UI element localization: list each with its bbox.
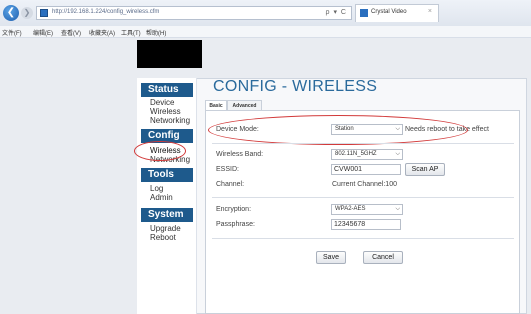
sidebar-item-upgrade[interactable]: Upgrade (150, 224, 181, 233)
sidebar-item-admin[interactable]: Admin (150, 193, 173, 202)
browser-toolbar: ❮ ❯ http://192.168.1.224/config_wireless… (0, 0, 531, 26)
wireless-band-label: Wireless Band: (216, 151, 264, 158)
channel-label: Channel: (216, 181, 245, 188)
tab-close-icon[interactable]: × (428, 8, 432, 15)
browser-tab[interactable]: Crystal Video × (355, 4, 439, 22)
divider (212, 143, 514, 144)
forward-button[interactable]: ❯ (21, 7, 33, 19)
menu-view[interactable]: 查看(V) (61, 28, 81, 37)
sidebar-header-tools: Tools (141, 168, 193, 182)
search-refresh-icons[interactable]: ρ ▾ C (326, 8, 347, 16)
menu-bar: 文件(F) 编辑(E) 查看(V) 收藏夹(A) 工具(T) 帮助(H) (0, 26, 531, 38)
wireless-band-value: 802.11N_5GHZ (335, 151, 377, 157)
chevron-down-icon: ⌵ (395, 206, 400, 212)
passphrase-label: Passphrase: (216, 221, 255, 228)
menu-help[interactable]: 帮助(H) (146, 28, 166, 37)
sidebar-item-reboot[interactable]: Reboot (150, 233, 176, 242)
sidebar-header-system: System (141, 208, 193, 222)
sidebar-item-status-wireless[interactable]: Wireless (150, 107, 181, 116)
sidebar-item-status-networking[interactable]: Networking (150, 116, 190, 125)
address-bar[interactable]: http://192.168.1.224/config_wireless.cfm… (36, 6, 352, 20)
encryption-label: Encryption: (216, 206, 252, 213)
sidebar-item-log[interactable]: Log (150, 184, 163, 193)
divider (212, 238, 514, 239)
back-button[interactable]: ❮ (3, 5, 19, 21)
chevron-down-icon: ⌵ (395, 151, 400, 157)
menu-tools[interactable]: 工具(T) (121, 28, 141, 37)
wireless-band-select[interactable]: 802.11N_5GHZ ⌵ (331, 149, 403, 160)
page-icon (40, 9, 48, 17)
menu-edit[interactable]: 编辑(E) (33, 28, 53, 37)
passphrase-input[interactable]: 12345678 (331, 219, 401, 230)
essid-label: ESSID: (216, 166, 239, 173)
encryption-select[interactable]: WPA2-AES ⌵ (331, 204, 403, 215)
sidebar-header-status: Status (141, 83, 193, 97)
save-button[interactable]: Save (316, 251, 346, 264)
tab-title: Crystal Video (371, 9, 407, 15)
encryption-value: WPA2-AES (335, 206, 366, 212)
annotation-ellipse-device-mode (208, 115, 468, 145)
logo-banner (137, 40, 202, 68)
annotation-ellipse-sidebar (134, 141, 186, 161)
essid-input[interactable]: CVW001 (331, 164, 401, 175)
menu-file[interactable]: 文件(F) (2, 28, 22, 37)
menu-favorites[interactable]: 收藏夹(A) (89, 28, 115, 37)
divider (212, 197, 514, 198)
cancel-button[interactable]: Cancel (363, 251, 403, 264)
channel-value: Current Channel:100 (332, 181, 397, 188)
sidebar-item-device[interactable]: Device (150, 98, 174, 107)
favicon-icon (360, 9, 368, 17)
address-url[interactable]: http://192.168.1.224/config_wireless.cfm (52, 9, 159, 15)
scan-ap-button[interactable]: Scan AP (405, 163, 445, 176)
page-title: CONFIG - WIRELESS (213, 78, 378, 95)
sidebar: Status Device Wireless Networking Config… (137, 78, 197, 314)
